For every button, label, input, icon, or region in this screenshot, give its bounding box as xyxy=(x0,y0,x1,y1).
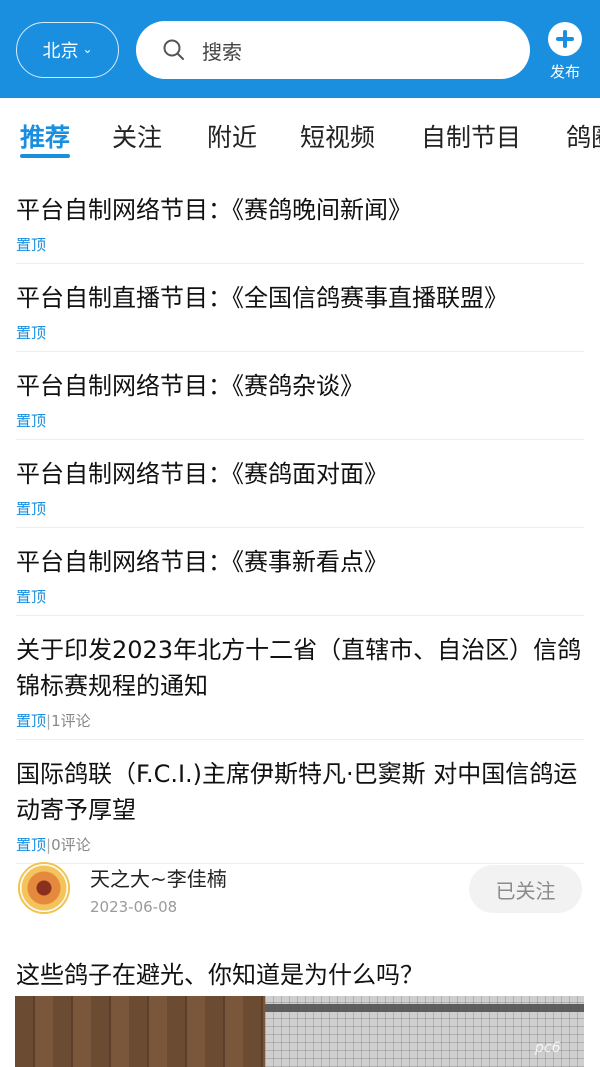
list-item[interactable]: 关于印发2023年北方十二省（直辖市、自治区）信鸽锦标赛规程的通知 置顶|1评论 xyxy=(16,616,584,740)
publish-button[interactable]: 发布 xyxy=(540,22,590,82)
item-title: 平台自制网络节目：《赛事新看点》 xyxy=(16,548,388,576)
item-title: 关于印发2023年北方十二省（直辖市、自治区）信鸽锦标赛规程的通知 xyxy=(16,636,582,700)
search-bar[interactable]: 搜索 xyxy=(136,21,530,79)
comment-count: 1评论 xyxy=(51,712,91,730)
author-row: 天之大~李佳楠 2023-06-08 已关注 xyxy=(0,848,600,933)
post-date: 2023-06-08 xyxy=(90,898,178,916)
publish-label: 发布 xyxy=(549,63,580,81)
pinned-badge: 置顶 xyxy=(16,236,47,254)
item-title: 平台自制直播节目：《全国信鸽赛事直播联盟》 xyxy=(16,284,508,312)
post-title[interactable]: 这些鸽子在避光、你知道是为什么吗？ xyxy=(16,955,424,990)
item-meta: 置顶 xyxy=(16,228,584,263)
pinned-badge: 置顶 xyxy=(16,412,47,430)
list-item[interactable]: 平台自制直播节目：《全国信鸽赛事直播联盟》 置顶 xyxy=(16,264,584,352)
search-icon xyxy=(163,39,184,60)
item-meta: 置顶 xyxy=(16,316,584,351)
list-item[interactable]: 平台自制网络节目：《赛鸽杂谈》 置顶 xyxy=(16,352,584,440)
item-title: 平台自制网络节目：《赛鸽面对面》 xyxy=(16,460,388,488)
tab-nearby[interactable]: 附近 xyxy=(207,118,257,154)
city-selector[interactable]: 北京 ⌄ xyxy=(16,22,119,78)
active-tab-indicator xyxy=(20,154,70,158)
item-meta: 置顶 xyxy=(16,580,584,615)
pinned-badge: 置顶 xyxy=(16,324,47,342)
feed-list: 平台自制网络节目：《赛鸽晚间新闻》 置顶 平台自制直播节目：《全国信鸽赛事直播联… xyxy=(0,176,600,864)
item-meta: 置顶|1评论 xyxy=(16,704,584,739)
city-label: 北京 xyxy=(42,41,79,62)
item-meta: 置顶 xyxy=(16,404,584,439)
tab-original-programs[interactable]: 自制节目 xyxy=(421,118,521,154)
tab-following[interactable]: 关注 xyxy=(112,118,162,154)
tab-short-video[interactable]: 短视频 xyxy=(300,118,375,154)
item-title: 国际鸽联（F.C.I.)主席伊斯特凡·巴窦斯 对中国信鸽运动寄予厚望 xyxy=(16,760,578,824)
tab-pigeon-circle[interactable]: 鸽圈 xyxy=(566,118,600,154)
author-name[interactable]: 天之大~李佳楠 xyxy=(90,863,227,892)
tab-recommend[interactable]: 推荐 xyxy=(20,118,70,154)
plus-icon xyxy=(548,22,582,56)
image-cage-bar xyxy=(265,1004,584,1012)
category-tabs: 推荐 关注 附近 短视频 自制节目 鸽圈 xyxy=(0,98,600,176)
avatar[interactable] xyxy=(18,862,70,914)
list-item[interactable]: 国际鸽联（F.C.I.)主席伊斯特凡·巴窦斯 对中国信鸽运动寄予厚望 置顶|0评… xyxy=(16,740,584,864)
list-item[interactable]: 平台自制网络节目：《赛鸽晚间新闻》 置顶 xyxy=(16,176,584,264)
list-item[interactable]: 平台自制网络节目：《赛鸽面对面》 置顶 xyxy=(16,440,584,528)
image-wood-area xyxy=(15,996,265,1067)
item-meta: 置顶 xyxy=(16,492,584,527)
item-title: 平台自制网络节目：《赛鸽杂谈》 xyxy=(16,372,364,400)
search-placeholder: 搜索 xyxy=(202,39,242,64)
pinned-badge: 置顶 xyxy=(16,500,47,518)
watermark: pc6 xyxy=(535,1040,561,1056)
chevron-down-icon: ⌄ xyxy=(82,42,93,56)
pinned-badge: 置顶 xyxy=(16,588,47,606)
pinned-badge: 置顶 xyxy=(16,712,47,730)
top-header: 北京 ⌄ 搜索 发布 xyxy=(0,0,600,98)
list-item[interactable]: 平台自制网络节目：《赛事新看点》 置顶 xyxy=(16,528,584,616)
post-image[interactable] xyxy=(15,996,584,1067)
follow-button[interactable]: 已关注 xyxy=(469,865,582,913)
item-title: 平台自制网络节目：《赛鸽晚间新闻》 xyxy=(16,196,412,224)
